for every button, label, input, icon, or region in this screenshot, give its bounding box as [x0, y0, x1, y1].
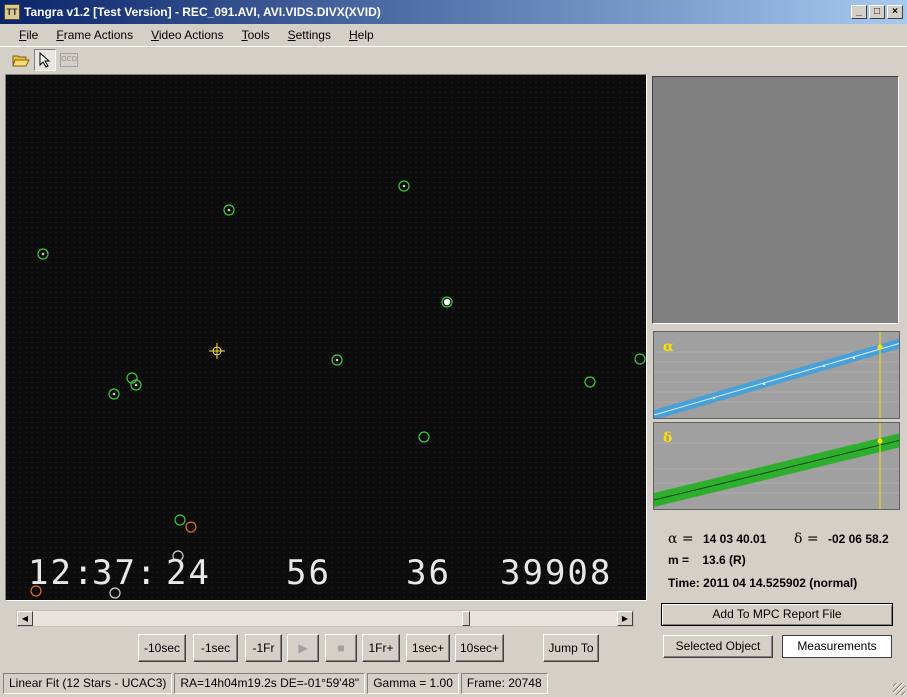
menu-settings[interactable]: Settings: [279, 28, 340, 42]
menu-tools[interactable]: Tools: [233, 28, 279, 42]
status-gamma: Gamma = 1.00: [367, 673, 459, 694]
tab-measurements[interactable]: Measurements: [782, 635, 892, 658]
pointer-button[interactable]: [34, 48, 56, 71]
tab-selected-object[interactable]: Selected Object: [663, 635, 773, 658]
close-button[interactable]: ×: [887, 5, 903, 19]
time-label: Time:: [668, 576, 700, 590]
toolbar: OCD: [0, 46, 907, 72]
scroll-thumb[interactable]: [462, 611, 470, 626]
stop-button[interactable]: ■: [325, 634, 357, 662]
jump-to-button[interactable]: Jump To: [543, 634, 599, 662]
menu-bar: File Frame Actions Video Actions Tools S…: [0, 24, 907, 46]
status-frame: Frame: 20748: [460, 673, 548, 694]
delta-value: -02 06 58.2: [827, 532, 889, 546]
fwd-10sec-button[interactable]: 10sec+: [455, 634, 504, 662]
minimize-button[interactable]: _: [851, 5, 867, 19]
add-to-mpc-report-button[interactable]: Add To MPC Report File: [661, 603, 893, 626]
zoom-preview: [652, 76, 899, 324]
osd-field-3: 39908: [500, 553, 613, 593]
delta-label: δ =: [794, 531, 819, 547]
ocd-icon: OCD: [60, 52, 78, 67]
app-icon: TT: [4, 4, 20, 20]
back-1frame-button[interactable]: -1Fr: [245, 634, 282, 662]
ocd-button[interactable]: OCD: [58, 49, 80, 71]
osd-field-1: 56: [286, 553, 331, 593]
play-button[interactable]: ▶: [287, 634, 319, 662]
menu-help[interactable]: Help: [340, 28, 383, 42]
window-title: Tangra v1.2 [Test Version] - REC_091.AVI…: [24, 5, 381, 19]
maximize-button[interactable]: □: [869, 5, 885, 19]
ra-graph-label: α: [663, 339, 674, 355]
osd-separator: :: [136, 553, 159, 593]
fwd-1frame-button[interactable]: 1Fr+: [362, 634, 400, 662]
open-folder-button[interactable]: [10, 49, 32, 71]
osd-seconds: 24: [166, 553, 211, 593]
magnitude-label: m =: [668, 553, 690, 567]
back-1sec-button[interactable]: -1sec: [193, 634, 238, 662]
status-fit: Linear Fit (12 Stars - UCAC3): [3, 673, 173, 694]
time-value: 2011 04 14.525902 (normal): [703, 576, 858, 590]
ra-residual-graph: α: [653, 331, 900, 419]
osd-hours: 12: [28, 553, 73, 593]
osd-minutes: 37: [92, 553, 137, 593]
status-coordinates: RA=14h04m19.2s DE=-01°59'48": [174, 673, 366, 694]
fwd-1sec-button[interactable]: 1sec+: [406, 634, 450, 662]
title-bar: TT Tangra v1.2 [Test Version] - REC_091.…: [0, 0, 907, 24]
alpha-label: α =: [668, 531, 694, 547]
scroll-left-arrow[interactable]: ◀: [17, 611, 33, 626]
open-folder-icon: [12, 55, 30, 66]
menu-video-actions[interactable]: Video Actions: [142, 28, 233, 42]
star-field: [6, 75, 646, 600]
dec-residual-graph: δ: [653, 422, 900, 510]
scroll-right-arrow[interactable]: ▶: [617, 611, 633, 626]
frame-scrollbar[interactable]: ◀ ▶: [16, 610, 634, 627]
resize-grip-icon[interactable]: [893, 683, 905, 695]
pointer-arrow-icon: [39, 51, 51, 68]
menu-file[interactable]: File: [10, 28, 47, 42]
alpha-value: 14 03 40.01: [702, 532, 767, 546]
menu-frame-actions[interactable]: Frame Actions: [47, 28, 142, 42]
magnitude-value: 13.6 (R): [702, 553, 746, 567]
video-frame[interactable]: 12 : 37 : 24 56 36 39908: [5, 74, 647, 601]
dec-graph-label: δ: [663, 430, 673, 446]
osd-field-2: 36: [406, 553, 451, 593]
status-bar: Linear Fit (12 Stars - UCAC3) RA=14h04m1…: [0, 670, 907, 697]
back-10sec-button[interactable]: -10sec: [138, 634, 186, 662]
